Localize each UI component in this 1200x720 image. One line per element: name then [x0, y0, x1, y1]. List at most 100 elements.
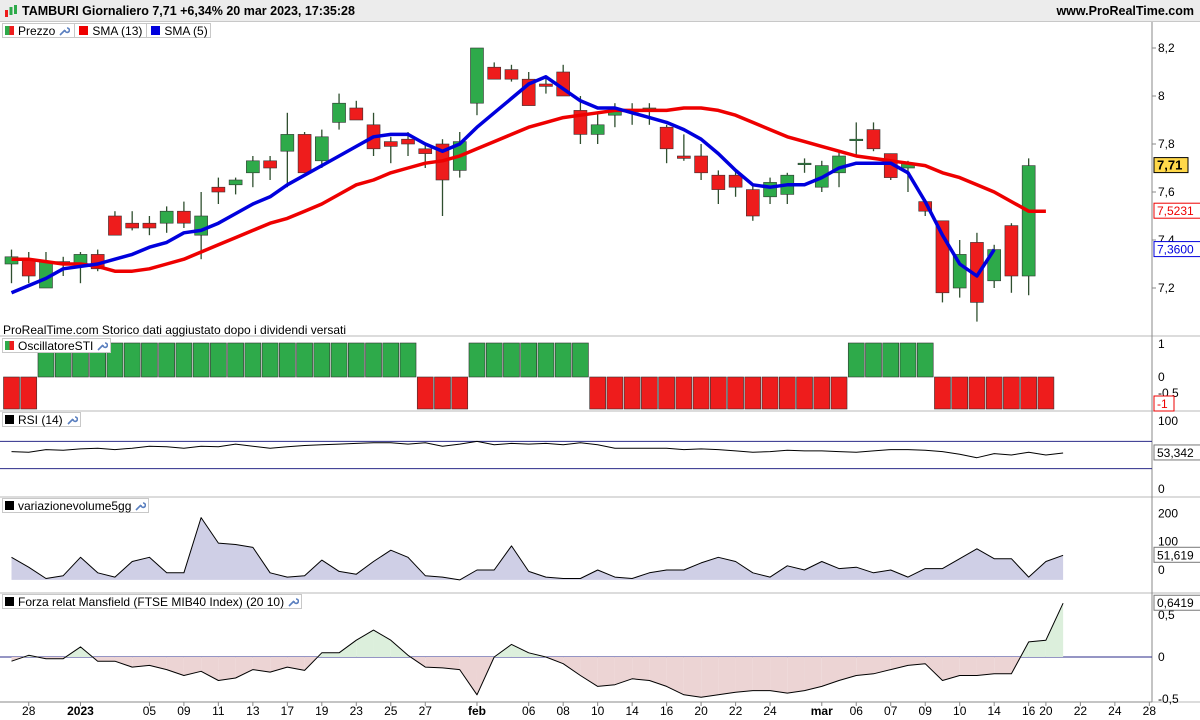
x-tick-label: 16: [660, 704, 674, 718]
mansfield-area-positive: [339, 640, 357, 657]
candle: [332, 93, 346, 130]
candle-body-up: [332, 102, 346, 123]
sti-bar-negative: [1020, 376, 1037, 410]
volume-tick-label: 100: [1158, 535, 1178, 549]
sti-bar-negative: [641, 376, 658, 410]
mansfield-area-negative: [976, 657, 995, 676]
mansfield-area-positive: [373, 630, 391, 657]
sti-bar-positive: [347, 342, 365, 378]
x-tick-label: 27: [419, 704, 433, 718]
sti-swatch-icon: [5, 341, 14, 350]
candle: [280, 112, 295, 188]
candle-body-down: [728, 174, 743, 188]
x-tick-label: 07: [884, 704, 898, 718]
x-tick-label: 17: [281, 704, 295, 718]
x-tick-label: 06: [522, 704, 536, 718]
mansfield-area-negative: [666, 657, 684, 695]
wrench-icon[interactable]: [287, 596, 300, 608]
sti-bar-positive: [865, 342, 882, 378]
candle-body-down: [504, 69, 519, 80]
candle-body-up: [246, 160, 260, 174]
candle: [746, 184, 760, 221]
mansfield-area-positive: [321, 652, 340, 657]
candle-body-down: [487, 66, 502, 80]
candle-body-up: [159, 210, 174, 224]
sti-bar-positive: [123, 342, 141, 378]
sti-bar-positive: [279, 342, 296, 378]
price-tick-label: 7,6: [1158, 185, 1175, 199]
sti-bar-positive: [244, 342, 262, 378]
volume-line: [11, 517, 1064, 581]
sti-bar-negative: [3, 376, 20, 410]
candle-body-down: [866, 129, 881, 150]
candle: [263, 156, 277, 180]
price-legend: Prezzo SMA (13) SMA (5): [2, 23, 211, 38]
candle-body-down: [108, 215, 122, 236]
candle-body-up: [590, 124, 605, 135]
candle: [228, 177, 243, 195]
candle: [142, 216, 157, 236]
candle-body-down: [694, 155, 708, 174]
candle: [297, 132, 312, 174]
candle: [159, 206, 174, 233]
mansfield-area-negative: [201, 657, 219, 681]
candle: [797, 158, 812, 173]
wrench-icon[interactable]: [134, 500, 147, 512]
mansfield-area-negative: [787, 657, 805, 694]
sti-bar-positive: [365, 342, 382, 378]
mansfield-area-negative: [563, 657, 581, 676]
sti-bar-negative: [20, 376, 38, 410]
sti-bar-negative: [416, 376, 434, 410]
candle: [590, 112, 605, 144]
candle: [4, 249, 19, 284]
x-tick-label: 2023: [67, 704, 94, 718]
sti-bar-positive: [210, 342, 227, 378]
sti-bar-positive: [227, 342, 244, 378]
sma5-last-label: 7,3600: [1157, 243, 1194, 257]
mansfield-area-positive: [1045, 603, 1064, 657]
candle: [246, 156, 260, 188]
rsi-line: [11, 440, 1064, 459]
sti-bar-negative: [434, 376, 451, 410]
candle: [108, 211, 122, 236]
sti-bar-negative: [761, 376, 779, 410]
sti-tick-label: 1: [1158, 337, 1165, 351]
mansfield-area-negative: [804, 657, 822, 691]
sma5-swatch-icon: [151, 26, 161, 35]
price-last-label: 7,71: [1157, 158, 1182, 173]
candle: [694, 144, 708, 180]
rsi-legend-label: RSI (14): [18, 412, 63, 427]
sti-bar-negative: [934, 376, 951, 410]
x-tick-label: 22: [729, 704, 743, 718]
candle: [383, 136, 398, 164]
price-tick-label: 8: [1158, 89, 1165, 103]
volume-swatch-icon: [5, 501, 14, 510]
candle-body-up: [797, 162, 812, 165]
candle-body-down: [125, 222, 139, 229]
x-tick-label: 22: [1074, 704, 1088, 718]
prorealtime-logo-icon: [5, 5, 17, 17]
mansfield-area-negative: [925, 657, 943, 681]
x-tick-label: 28: [22, 704, 36, 718]
sti-bar-negative: [710, 376, 727, 410]
wrench-icon[interactable]: [96, 340, 109, 352]
sti-bar-negative: [623, 376, 641, 410]
wrench-icon[interactable]: [66, 414, 78, 426]
mansfield-swatch-icon: [5, 597, 14, 606]
sti-bar-positive: [330, 342, 348, 378]
x-tick-label: 13: [246, 704, 260, 718]
candle: [866, 122, 881, 152]
volume-tick-label: 0: [1158, 563, 1165, 577]
sma13-last-label: 7,5231: [1157, 204, 1194, 218]
site-url: www.ProRealTime.com: [1056, 4, 1194, 18]
x-tick-label: feb: [468, 704, 486, 718]
sti-bar-negative: [796, 376, 813, 410]
x-tick-label: mar: [811, 704, 833, 718]
mansfield-area-negative: [942, 657, 960, 681]
wrench-icon[interactable]: [58, 25, 71, 37]
sti-bar-negative: [727, 376, 744, 410]
x-tick-label: 14: [625, 704, 639, 718]
candle-body-down: [21, 258, 36, 277]
sti-bar-negative: [606, 376, 624, 410]
sti-bar-positive: [503, 342, 520, 378]
